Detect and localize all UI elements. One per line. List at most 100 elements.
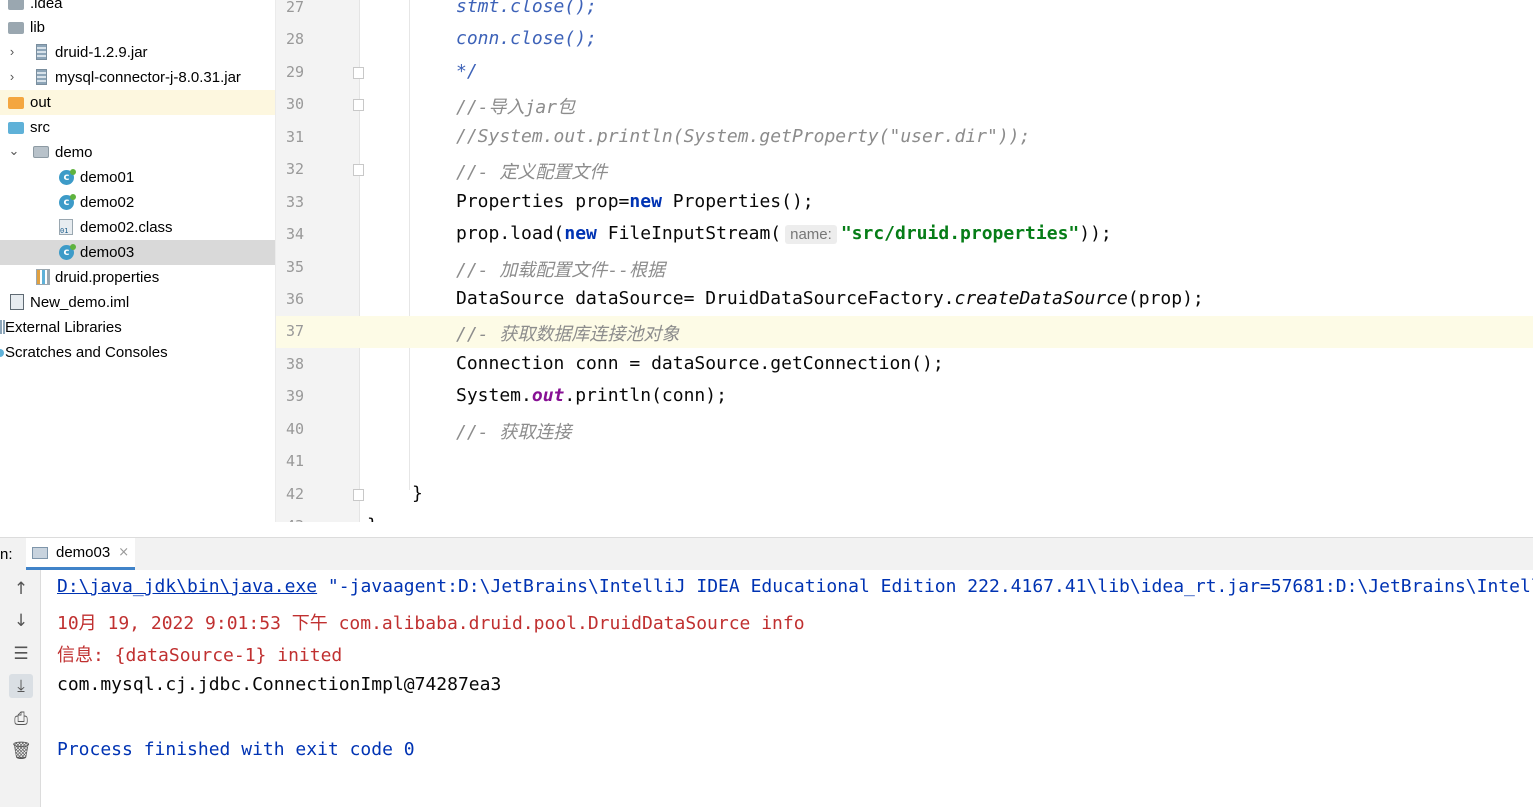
- console-log-line: 10月 19, 2022 9:01:53 下午 com.alibaba.drui…: [57, 613, 805, 634]
- fold-marker-icon[interactable]: [353, 67, 364, 79]
- tree-item-demo01[interactable]: c demo01: [0, 165, 275, 190]
- code-text: prop.load(: [456, 223, 565, 244]
- chevron-right-icon[interactable]: ›: [6, 70, 18, 83]
- tree-item-idea[interactable]: .idea: [0, 0, 275, 16]
- tree-item-demo[interactable]: ⌄ demo: [0, 140, 275, 165]
- line-number: 39: [285, 387, 304, 405]
- tree-item-label: demo02: [80, 194, 135, 211]
- folder-icon: [8, 122, 24, 134]
- code-text: FileInputStream(: [596, 223, 782, 244]
- code-text: */: [456, 61, 478, 82]
- tree-item-label: New_demo.iml: [30, 294, 130, 311]
- console-text: "-javaagent:D:\JetBrains\IntelliJ IDEA E…: [327, 576, 1533, 597]
- code-line[interactable]: 33 Properties prop=new Properties();: [276, 187, 1533, 219]
- run-tab-demo03[interactable]: demo03 ×: [26, 538, 136, 570]
- properties-file-icon: [36, 269, 50, 285]
- tree-item-mysql-jar[interactable]: › mysql-connector-j-8.0.31.jar: [0, 65, 275, 90]
- code-line[interactable]: 34 prop.load(new FileInputStream(name: "s…: [276, 219, 1533, 251]
- code-comment: //- 定义配置文件: [456, 162, 608, 183]
- scroll-to-end-icon[interactable]: ⤓: [9, 674, 33, 698]
- trash-icon[interactable]: 🗑: [9, 739, 33, 763]
- run-tool-window-header: n: demo03 ×: [0, 537, 1533, 570]
- jar-icon: [36, 69, 47, 85]
- tree-item-lib[interactable]: lib: [0, 15, 275, 40]
- tree-item-scratches[interactable]: Scratches and Consoles: [0, 340, 275, 365]
- tree-item-druid-properties[interactable]: druid.properties: [0, 265, 275, 290]
- line-number: 28: [285, 30, 304, 48]
- iml-file-icon: [10, 294, 24, 310]
- line-number: 40: [285, 420, 304, 438]
- fold-marker-icon[interactable]: [353, 99, 364, 111]
- arrow-up-icon[interactable]: ↑: [9, 577, 33, 601]
- tree-item-demo02-class[interactable]: 01 demo02.class: [0, 215, 275, 240]
- tree-item-label: druid-1.2.9.jar: [55, 44, 148, 61]
- code-line[interactable]: 28 conn.close();: [276, 24, 1533, 56]
- code-text: .println(conn);: [564, 385, 727, 406]
- code-line[interactable]: 43 }: [276, 511, 1533, 522]
- code-line[interactable]: 42 }: [276, 479, 1533, 511]
- close-icon[interactable]: ×: [118, 545, 129, 560]
- tree-item-druid-jar[interactable]: › druid-1.2.9.jar: [0, 40, 275, 65]
- soft-wrap-icon[interactable]: ☰: [9, 642, 33, 666]
- folder-icon: [8, 0, 24, 10]
- code-line-current[interactable]: 37 //- 获取数据库连接池对象: [276, 316, 1533, 348]
- tree-item-demo03[interactable]: c demo03: [0, 240, 275, 265]
- line-number: 42: [285, 485, 304, 503]
- tree-item-out[interactable]: out: [0, 90, 275, 115]
- code-text: conn.close();: [456, 28, 597, 49]
- code-comment: //- 获取数据库连接池对象: [456, 324, 680, 345]
- line-number: 29: [285, 63, 304, 81]
- chevron-down-icon[interactable]: ⌄: [8, 144, 20, 157]
- code-editor[interactable]: 27 stmt.close(); 28 conn.close(); 29 */ …: [276, 0, 1533, 522]
- code-line[interactable]: 40 //- 获取连接: [276, 414, 1533, 446]
- tree-item-iml[interactable]: New_demo.iml: [0, 290, 275, 315]
- fold-marker-icon[interactable]: [353, 164, 364, 176]
- code-line[interactable]: 38 Connection conn = dataSource.getConne…: [276, 349, 1533, 381]
- code-text: }: [367, 515, 378, 522]
- code-statement: DataSource dataSource= DruidDataSourceFa…: [456, 288, 1204, 309]
- java-exe-link[interactable]: D:\java_jdk\bin\java.exe: [57, 576, 317, 597]
- fold-marker-icon[interactable]: [353, 489, 364, 501]
- line-number: 30: [285, 95, 304, 113]
- console-output-line: com.mysql.cj.jdbc.ConnectionImpl@74287ea…: [57, 674, 502, 695]
- code-statement: Properties prop=new Properties();: [456, 191, 814, 212]
- tree-item-external-libraries[interactable]: External Libraries: [0, 315, 275, 340]
- keyword: new: [629, 191, 662, 212]
- folder-icon: [8, 22, 24, 34]
- tree-item-label: out: [30, 94, 51, 111]
- line-number: 33: [285, 193, 304, 211]
- tree-item-label: lib: [30, 19, 46, 36]
- console-output[interactable]: D:\java_jdk\bin\java.exe "-javaagent:D:\…: [41, 570, 1533, 807]
- code-line[interactable]: 36 DataSource dataSource= DruidDataSourc…: [276, 284, 1533, 316]
- chevron-right-icon[interactable]: ›: [6, 45, 18, 58]
- code-line[interactable]: 29 */: [276, 57, 1533, 89]
- tree-item-label: .idea: [30, 0, 63, 12]
- project-tree-panel: .idea lib › druid-1.2.9.jar › mysql-conn…: [0, 0, 276, 522]
- code-line[interactable]: 32 //- 定义配置文件: [276, 154, 1533, 186]
- code-line[interactable]: 39 System.out.println(conn);: [276, 381, 1533, 413]
- arrow-down-icon[interactable]: ↓: [9, 609, 33, 633]
- tree-item-demo02[interactable]: c demo02: [0, 190, 275, 215]
- code-text: Properties();: [661, 191, 814, 212]
- code-line[interactable]: 41: [276, 446, 1533, 478]
- code-line[interactable]: 31 //System.out.println(System.getProper…: [276, 122, 1533, 154]
- tree-item-label: demo01: [80, 169, 135, 186]
- code-comment: //- 获取连接: [456, 422, 572, 443]
- static-field: out: [531, 385, 565, 406]
- line-number: 35: [285, 258, 304, 276]
- jar-icon: [36, 44, 47, 60]
- code-line[interactable]: 27 stmt.close();: [276, 0, 1533, 24]
- code-comment: //- 加载配置文件--根据: [456, 260, 666, 281]
- package-icon: [33, 146, 49, 158]
- line-number: 37: [285, 322, 304, 340]
- print-icon[interactable]: ⎙: [9, 707, 33, 731]
- code-text: ));: [1079, 223, 1112, 244]
- code-statement: prop.load(new FileInputStream(name: "src/…: [456, 223, 1112, 244]
- tree-item-src[interactable]: src: [0, 115, 275, 140]
- code-text: (prop);: [1127, 288, 1204, 309]
- code-line[interactable]: 30 //-导入jar包: [276, 89, 1533, 121]
- code-text: DataSource dataSource= DruidDataSourceFa…: [456, 288, 955, 309]
- code-line[interactable]: 35 //- 加载配置文件--根据: [276, 252, 1533, 284]
- code-text: Connection conn = dataSource.getConnecti…: [456, 353, 944, 374]
- console-exit-line: Process finished with exit code 0: [57, 739, 415, 760]
